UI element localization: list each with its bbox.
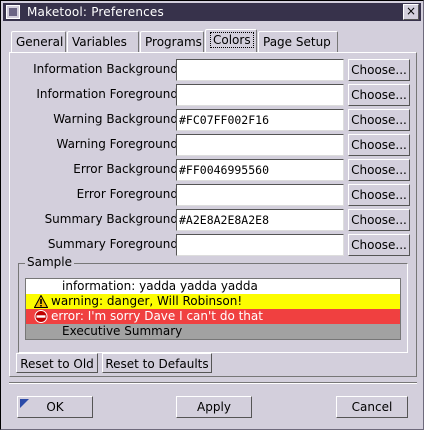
- choose-warning-foreground-button[interactable]: Choose...: [348, 134, 410, 156]
- color-row-warning-foreground: Warning Foreground: Choose...: [10, 134, 416, 156]
- ok-label: OK: [46, 400, 64, 414]
- warning-triangle-icon: [34, 295, 48, 308]
- information-foreground-input[interactable]: [176, 84, 344, 106]
- tab-label: Variables: [72, 35, 127, 49]
- choose-summary-foreground-button[interactable]: Choose...: [348, 234, 410, 256]
- sample-warning-text: warning: danger, Will Robinson!: [51, 294, 243, 308]
- choose-error-foreground-button[interactable]: Choose...: [348, 184, 410, 206]
- tab-label: General: [16, 35, 64, 49]
- error-foreground-label: Error Foreground:: [76, 187, 182, 201]
- tab-page-setup[interactable]: Page Setup: [258, 31, 338, 53]
- warning-foreground-label: Warning Foreground:: [56, 137, 182, 151]
- error-no-entry-icon: [34, 310, 48, 323]
- error-background-input[interactable]: [176, 159, 344, 181]
- cancel-button[interactable]: Cancel: [336, 396, 408, 418]
- sample-information-text: information: yadda yadda yadda: [62, 279, 258, 293]
- color-row-summary-background: Summary Background: Choose...: [10, 209, 416, 231]
- tab-programs[interactable]: Programs: [140, 31, 204, 53]
- default-button-indicator-icon: [20, 399, 29, 408]
- color-row-error-foreground: Error Foreground: Choose...: [10, 184, 416, 206]
- choose-error-background-button[interactable]: Choose...: [348, 159, 410, 181]
- color-row-error-background: Error Background: Choose...: [10, 159, 416, 181]
- color-row-information-background: Information Background: Choose...: [10, 59, 416, 81]
- tab-colors[interactable]: Colors: [205, 29, 257, 53]
- separator: [9, 382, 417, 384]
- summary-foreground-input[interactable]: [176, 234, 344, 256]
- sample-title: Sample: [25, 255, 74, 269]
- tab-general[interactable]: General: [11, 31, 66, 53]
- warning-background-input[interactable]: [176, 109, 344, 131]
- color-row-information-foreground: Information Foreground: Choose...: [10, 84, 416, 106]
- title-bar[interactable]: Maketool: Preferences ×: [3, 3, 421, 21]
- window-menu-icon[interactable]: [6, 5, 20, 19]
- tab-label: Programs: [145, 35, 202, 49]
- colors-panel: Information Background: Choose... Inform…: [9, 52, 417, 377]
- choose-summary-background-button[interactable]: Choose...: [348, 209, 410, 231]
- sample-summary-text: Executive Summary: [62, 324, 183, 338]
- summary-background-input[interactable]: [176, 209, 344, 231]
- tab-label: Colors: [210, 32, 254, 48]
- sample-list: information: yadda yadda yadda warning: …: [25, 278, 401, 340]
- ok-button[interactable]: OK: [17, 396, 93, 418]
- choose-information-background-button[interactable]: Choose...: [348, 59, 410, 81]
- information-foreground-label: Information Foreground:: [36, 87, 182, 101]
- sample-line-error: error: I'm sorry Dave I can't do that: [26, 309, 400, 324]
- error-background-label: Error Background:: [73, 162, 182, 176]
- summary-foreground-label: Summary Foreground:: [47, 237, 182, 251]
- close-button[interactable]: ×: [403, 4, 419, 20]
- tab-bar: General Variables Programs Colors Page S…: [11, 29, 341, 53]
- sample-error-text: error: I'm sorry Dave I can't do that: [51, 309, 263, 323]
- sample-line-warning: warning: danger, Will Robinson!: [26, 294, 400, 309]
- sample-line-information: information: yadda yadda yadda: [26, 279, 400, 294]
- tab-label: Page Setup: [263, 35, 331, 49]
- preferences-window: Maketool: Preferences × General Variable…: [0, 0, 424, 430]
- apply-button[interactable]: Apply: [176, 396, 252, 418]
- warning-foreground-input[interactable]: [176, 134, 344, 156]
- information-background-label: Information Background:: [33, 62, 182, 76]
- choose-warning-background-button[interactable]: Choose...: [348, 109, 410, 131]
- color-row-summary-foreground: Summary Foreground: Choose...: [10, 234, 416, 256]
- sample-group: Sample information: yadda yadda yadda wa…: [18, 255, 408, 353]
- reset-to-defaults-button[interactable]: Reset to Defaults: [102, 353, 212, 373]
- color-row-warning-background: Warning Background: Choose...: [10, 109, 416, 131]
- reset-to-old-button[interactable]: Reset to Old: [16, 353, 98, 373]
- sample-line-summary: Executive Summary: [26, 324, 400, 339]
- tab-variables[interactable]: Variables: [67, 31, 139, 53]
- window-title: Maketool: Preferences: [27, 5, 164, 19]
- choose-information-foreground-button[interactable]: Choose...: [348, 84, 410, 106]
- information-background-input[interactable]: [176, 59, 344, 81]
- error-foreground-input[interactable]: [176, 184, 344, 206]
- summary-background-label: Summary Background:: [44, 212, 182, 226]
- warning-background-label: Warning Background:: [53, 112, 182, 126]
